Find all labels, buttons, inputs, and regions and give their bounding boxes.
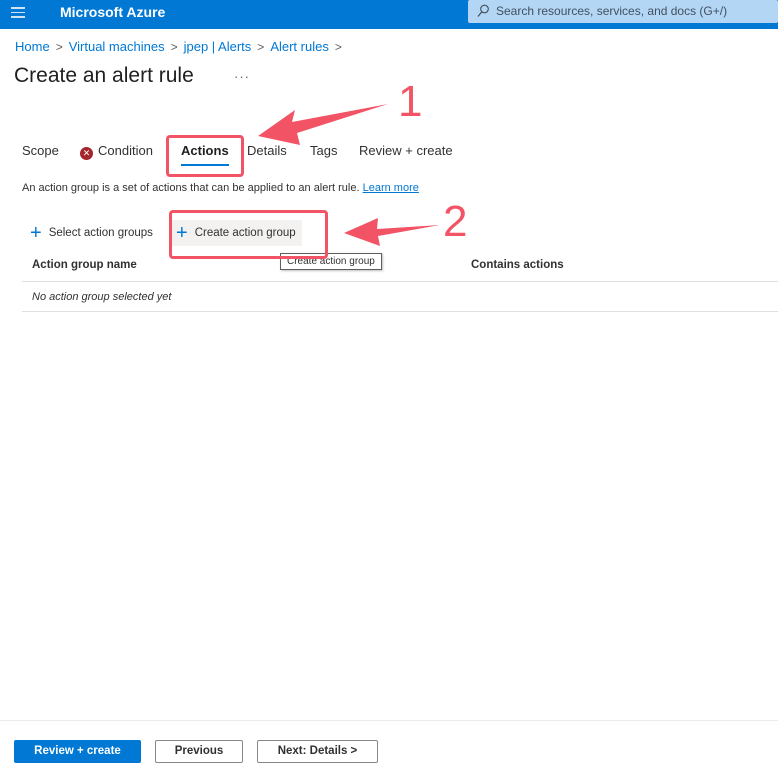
table-row-divider <box>22 311 778 312</box>
hamburger-icon[interactable] <box>11 7 25 19</box>
annotation-number-1: 1 <box>398 77 423 126</box>
table-header-divider <box>22 281 778 282</box>
next-details-button[interactable]: Next: Details > <box>257 740 378 763</box>
search-placeholder: Search resources, services, and docs (G+… <box>496 4 728 18</box>
previous-button[interactable]: Previous <box>155 740 243 763</box>
actions-description: An action group is a set of actions that… <box>22 182 419 194</box>
breadcrumb-alert-rules[interactable]: Alert rules <box>270 39 329 54</box>
error-icon: ✕ <box>80 147 93 160</box>
annotation-arrow-2 <box>344 218 440 246</box>
column-header-contains-actions[interactable]: Contains actions <box>471 259 564 271</box>
breadcrumb: Home > Virtual machines > jpep | Alerts … <box>15 39 348 54</box>
tab-condition-label: Condition <box>98 143 153 158</box>
brand-name[interactable]: Microsoft Azure <box>60 4 165 20</box>
tab-scope[interactable]: Scope <box>22 143 59 158</box>
description-text: An action group is a set of actions that… <box>22 182 360 194</box>
page-title: Create an alert rule <box>14 64 194 87</box>
select-action-groups-label: Select action groups <box>48 227 153 239</box>
breadcrumb-separator: > <box>170 39 178 54</box>
empty-table-message: No action group selected yet <box>32 291 172 303</box>
column-header-action-group-name[interactable]: Action group name <box>32 259 137 271</box>
top-navigation-bar: Microsoft Azure Search resources, servic… <box>0 0 778 29</box>
annotation-highlight-create-action-group <box>169 210 328 259</box>
annotation-arrows <box>258 104 440 246</box>
breadcrumb-separator: > <box>55 39 63 54</box>
breadcrumb-jpep-alerts[interactable]: jpep | Alerts <box>184 39 252 54</box>
breadcrumb-home[interactable]: Home <box>15 39 50 54</box>
search-icon <box>477 4 489 17</box>
annotation-number-2: 2 <box>443 197 468 246</box>
tab-review-create[interactable]: Review + create <box>359 143 453 158</box>
breadcrumb-separator: > <box>334 39 342 54</box>
tab-tags[interactable]: Tags <box>310 143 337 158</box>
breadcrumb-separator: > <box>257 39 265 54</box>
footer-divider <box>0 720 778 721</box>
learn-more-link[interactable]: Learn more <box>363 182 419 194</box>
review-create-button[interactable]: Review + create <box>14 740 141 763</box>
more-options-button[interactable]: ··· <box>234 69 250 84</box>
select-action-groups-button[interactable]: + Select action groups <box>30 220 153 246</box>
tab-condition[interactable]: ✕ Condition <box>80 143 153 160</box>
breadcrumb-virtual-machines[interactable]: Virtual machines <box>69 39 165 54</box>
annotation-arrow-1 <box>258 104 388 145</box>
tab-details[interactable]: Details <box>247 143 287 158</box>
annotation-highlight-actions-tab <box>166 135 244 177</box>
plus-icon: + <box>30 222 42 244</box>
global-search-input[interactable]: Search resources, services, and docs (G+… <box>468 0 778 23</box>
